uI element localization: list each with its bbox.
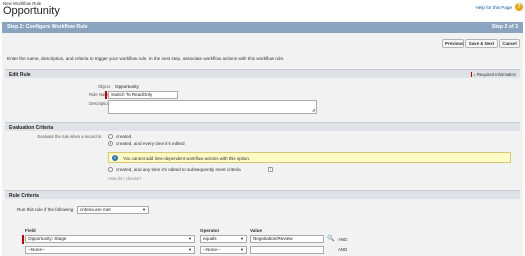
- radio-created-subsequently-meet-label: created, and any time it's edited to sub…: [116, 167, 241, 172]
- conjunction-label: AND: [338, 237, 348, 242]
- main-panel: Previous Save & Next Cancel Enter the na…: [2, 33, 523, 256]
- criteria-operator-value: --None--: [203, 247, 221, 252]
- info-message: You cannot add time-dependent workflow a…: [123, 155, 250, 161]
- section-title: Edit Rule: [9, 71, 31, 78]
- criteria-operator-value: equals: [203, 236, 217, 241]
- criteria-operator-select[interactable]: equals ▼: [200, 235, 247, 243]
- operator-column-header: Operator: [200, 228, 220, 233]
- criteria-operator-select[interactable]: --None-- ▼: [200, 246, 247, 254]
- rule-name-input[interactable]: Switch To ReadOnly: [108, 91, 178, 99]
- field-column-header: Field: [25, 228, 36, 233]
- criteria-field-select[interactable]: Opportunity: Stage ▼: [25, 235, 195, 243]
- run-rule-label: Run this rule if the following: [17, 207, 74, 212]
- edit-rule-section-header: Edit Rule = Required Information: [5, 69, 520, 78]
- lookup-icon[interactable]: 🔍: [327, 236, 334, 242]
- resize-handle-icon[interactable]: ◢: [312, 108, 315, 112]
- conjunction-label: AND: [338, 247, 348, 252]
- criteria-field-select[interactable]: --None-- ▼: [25, 246, 195, 254]
- run-criteria-select[interactable]: criteria are met ▼: [77, 206, 149, 214]
- step-count: Step 2 of 3: [491, 24, 518, 30]
- rule-criteria-section-header: Rule Criteria: [5, 190, 520, 199]
- radio-created-and-edited-label: created, and every time it's edited: [116, 141, 185, 146]
- object-label: Object: [97, 84, 110, 89]
- section-title: Evaluation Criteria: [9, 124, 54, 131]
- radio-created[interactable]: [108, 134, 113, 139]
- object-value: Opportunity: [115, 84, 139, 89]
- chevron-down-icon: ▼: [240, 236, 244, 241]
- how-do-i-choose-link[interactable]: How do I choose?: [108, 176, 142, 181]
- criteria-value-input[interactable]: [250, 246, 324, 254]
- rule-name-label: Rule Name: [89, 92, 110, 97]
- help-info-icon[interactable]: i: [268, 167, 273, 172]
- page-header: New Workflow Rule Opportunity Help for t…: [0, 0, 525, 20]
- required-marker: [22, 235, 24, 244]
- required-marker: [105, 91, 107, 99]
- description-textarea[interactable]: ◢: [108, 100, 317, 114]
- required-info-text: = Required Information: [473, 72, 516, 77]
- description-label: Description: [89, 101, 110, 106]
- criteria-field-value: Opportunity: Stage: [28, 236, 67, 241]
- step-bar: Step 2: Configure Workflow Rule Step 2 o…: [2, 22, 523, 33]
- radio-created-and-edited[interactable]: [108, 141, 113, 146]
- chevron-down-icon: ▼: [188, 236, 192, 241]
- required-info: = Required Information: [470, 72, 516, 77]
- section-title: Rule Criteria: [9, 192, 39, 199]
- criteria-field-value: --None--: [28, 247, 46, 252]
- evaluate-prompt: Evaluate the rule when a record is:: [37, 134, 102, 139]
- chevron-down-icon: ▼: [142, 207, 146, 212]
- criteria-value-input[interactable]: Negotiation/Review: [250, 235, 324, 243]
- page-title: Opportunity: [3, 5, 60, 17]
- save-next-button[interactable]: Save & Next: [465, 39, 498, 48]
- radio-created-subsequently-meet[interactable]: [108, 167, 113, 172]
- cancel-button[interactable]: Cancel: [499, 39, 520, 48]
- intro-text: Enter the name, description, and criteri…: [7, 56, 285, 61]
- info-message-box: i You cannot add time-dependent workflow…: [108, 152, 511, 163]
- help-icon[interactable]: ?: [515, 3, 523, 11]
- radio-created-label: created: [116, 134, 132, 139]
- help-link[interactable]: Help for this Page: [475, 5, 512, 10]
- step-title: Step 2: Configure Workflow Rule: [7, 24, 88, 30]
- evaluation-criteria-section-header: Evaluation Criteria: [5, 122, 520, 131]
- run-criteria-select-value: criteria are met: [80, 207, 111, 212]
- value-column-header: Value: [250, 228, 263, 233]
- chevron-down-icon: ▼: [188, 247, 192, 252]
- chevron-down-icon: ▼: [240, 247, 244, 252]
- previous-button[interactable]: Previous: [442, 39, 464, 48]
- info-icon: i: [112, 155, 118, 161]
